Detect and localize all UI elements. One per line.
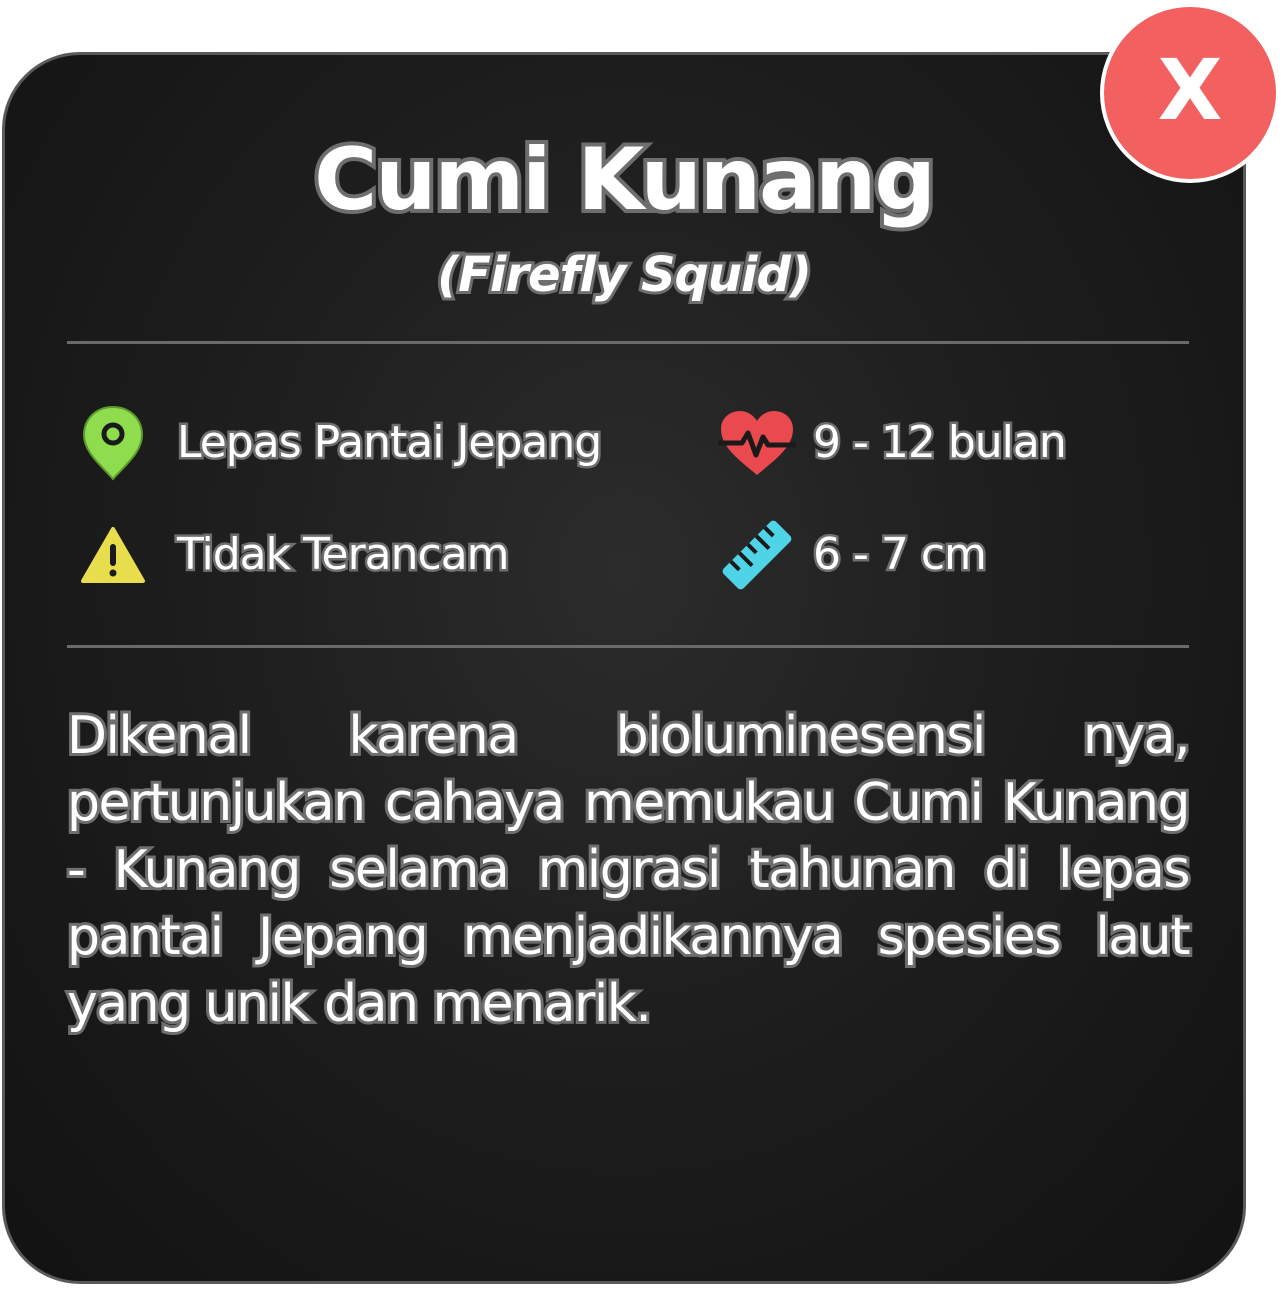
warning-icon bbox=[73, 515, 153, 595]
stat-lifespan: 9 - 12 bulan bbox=[717, 403, 1070, 483]
stat-lifespan-label: 9 - 12 bulan bbox=[811, 415, 1070, 471]
card-subtitle: (Firefly Squid) bbox=[434, 244, 815, 306]
stat-habitat-label: Lepas Pantai Jepang bbox=[174, 415, 604, 471]
heart-pulse-icon bbox=[717, 403, 797, 483]
stat-habitat: Lepas Pantai Jepang bbox=[73, 403, 605, 483]
close-icon: X bbox=[1157, 41, 1223, 139]
stat-status: Tidak Terancam bbox=[73, 515, 513, 595]
stat-size: 6 - 7 cm bbox=[717, 515, 990, 595]
card-title: Cumi Kunang bbox=[310, 126, 940, 234]
stat-status-label: Tidak Terancam bbox=[175, 527, 513, 583]
card-description: Dikenal karena bioluminesensi nya, pertu… bbox=[64, 703, 1194, 1037]
divider-bottom bbox=[67, 645, 1189, 648]
info-card: Cumi Kunang (Firefly Squid) Lepas Pantai… bbox=[2, 52, 1246, 1284]
ruler-icon bbox=[717, 515, 797, 595]
divider-top bbox=[67, 341, 1189, 344]
close-button[interactable]: X bbox=[1100, 3, 1280, 183]
stat-size-label: 6 - 7 cm bbox=[811, 527, 990, 583]
location-pin-icon bbox=[73, 403, 153, 483]
